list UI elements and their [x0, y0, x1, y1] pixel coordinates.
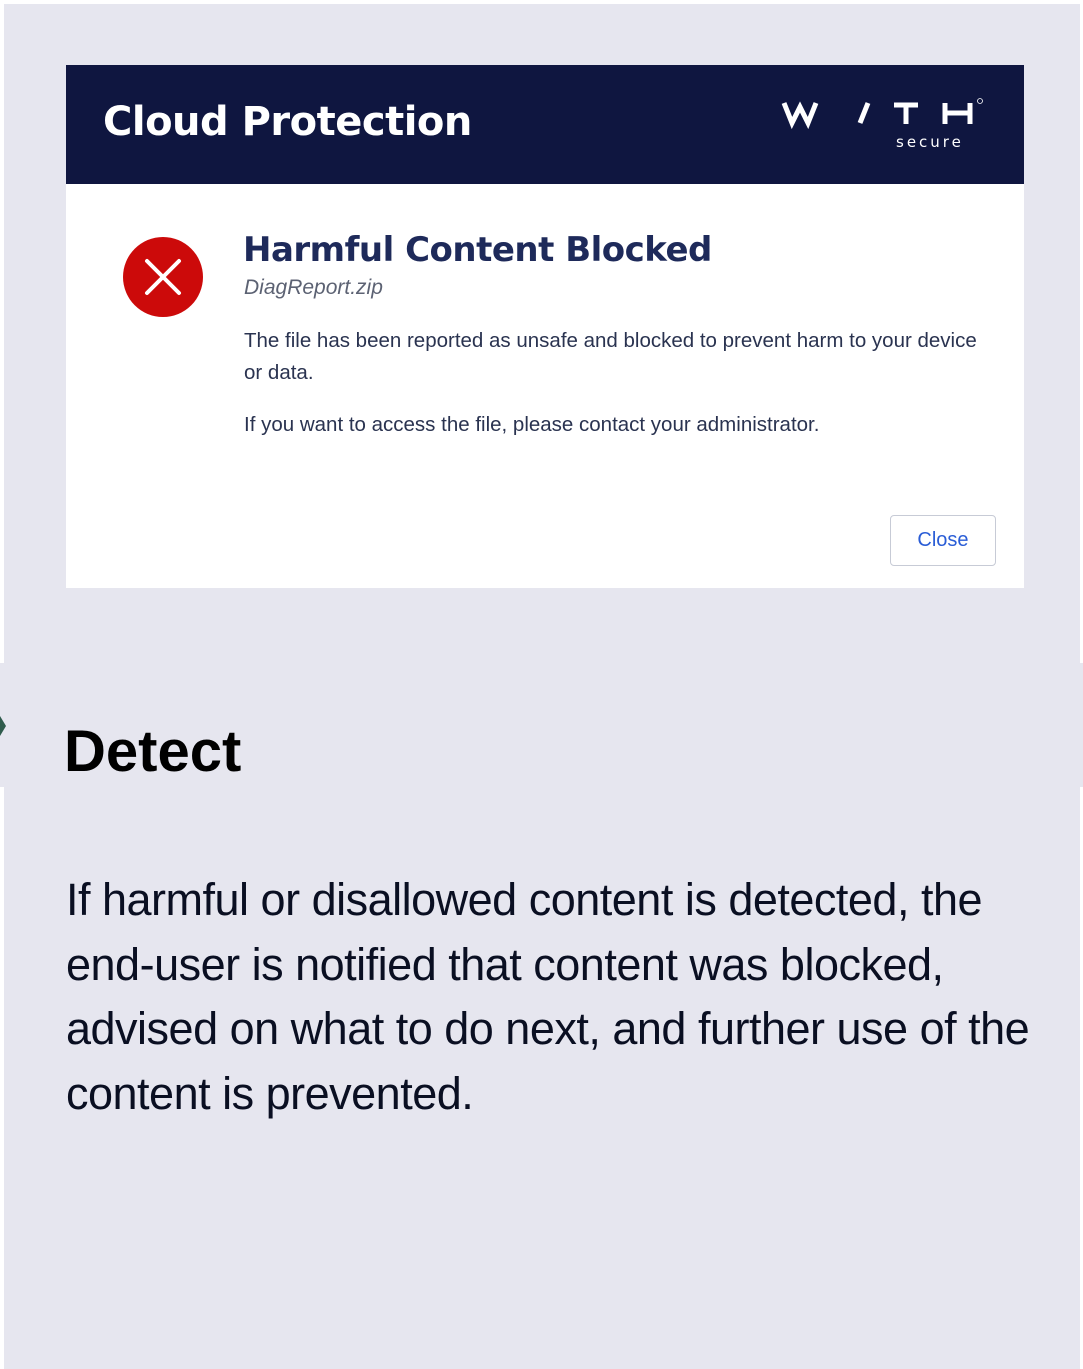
dialog-message-secondary: If you want to access the file, please c…	[244, 413, 820, 436]
section-heading: Detect	[64, 719, 242, 784]
dialog-message: The file has been reported as unsafe and…	[244, 329, 977, 384]
withsecure-logo: secure	[780, 95, 990, 155]
error-x-icon	[123, 237, 203, 317]
logo-subtext: secure	[896, 133, 964, 151]
dialog-title: Harmful Content Blocked	[243, 230, 712, 270]
close-button[interactable]: Close	[890, 515, 996, 566]
header-title: Cloud Protection	[103, 99, 472, 145]
dialog-header: Cloud Protection secure	[66, 65, 1024, 184]
logo-wordmark-icon	[781, 98, 983, 130]
blocked-file-name: DiagReport.zip	[244, 276, 383, 299]
cloud-protection-dialog: Cloud Protection secure Harmful Content …	[66, 65, 1024, 588]
section-description: If harmful or disallowed content is dete…	[66, 874, 1030, 1119]
arrow-marker-icon	[0, 716, 6, 736]
